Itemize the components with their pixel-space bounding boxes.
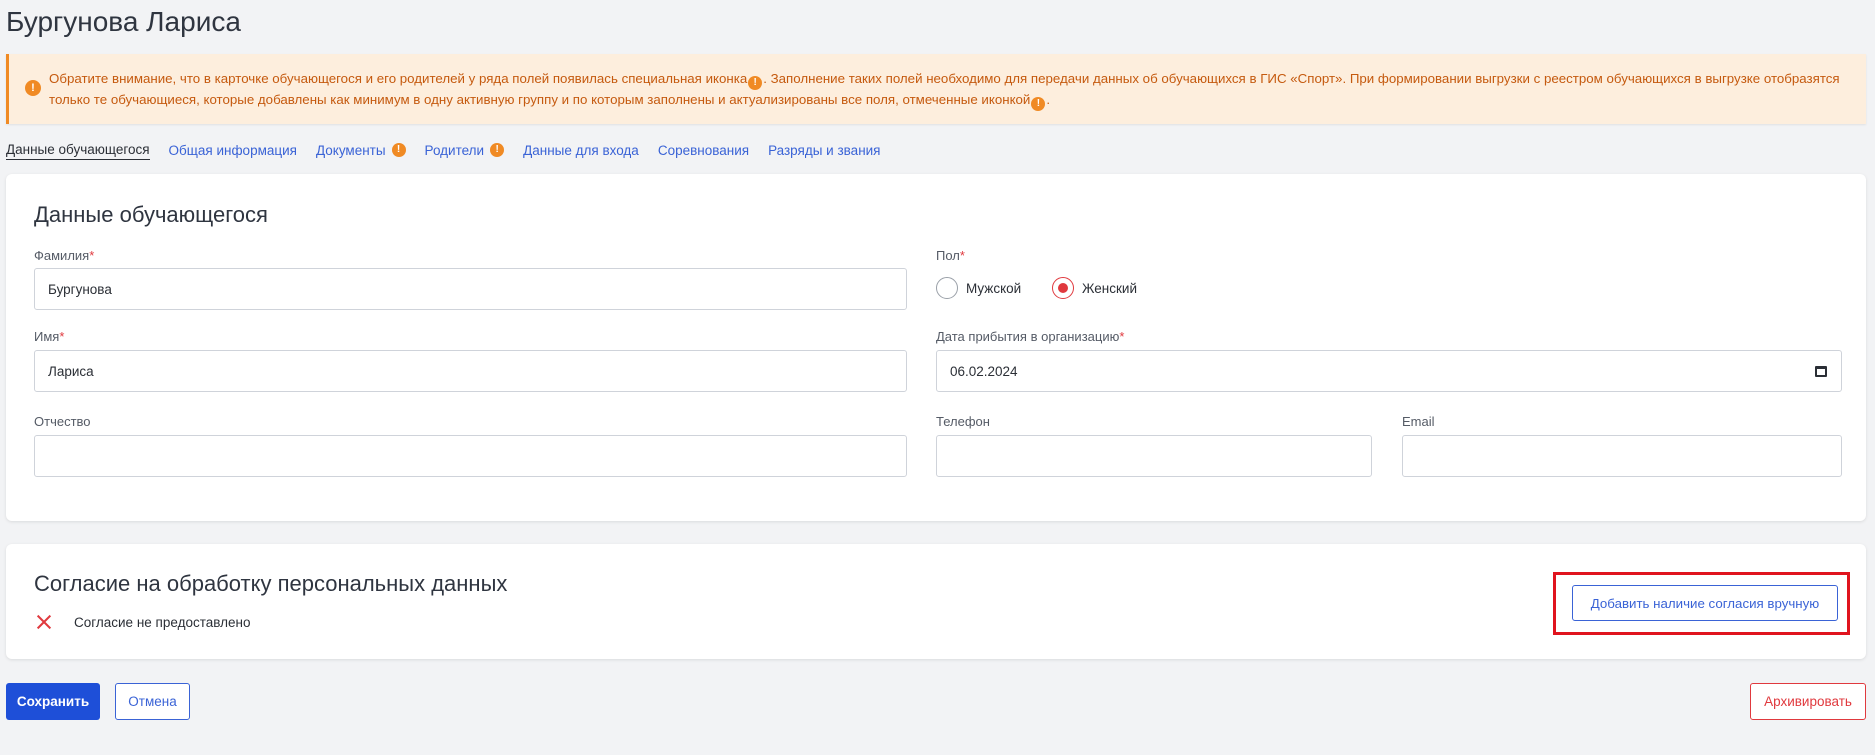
- email-input[interactable]: [1402, 435, 1842, 477]
- tab-label: Общая информация: [168, 142, 297, 158]
- warning-icon: !: [25, 80, 41, 96]
- warning-icon: !: [748, 76, 763, 90]
- tab-label: Данные обучающегося: [6, 142, 150, 157]
- warning-icon: !: [1031, 97, 1046, 111]
- required-mark: *: [1119, 329, 1125, 344]
- save-button[interactable]: Сохранить: [6, 683, 100, 720]
- required-mark: *: [59, 329, 65, 344]
- tab-documents[interactable]: Документы!: [316, 140, 406, 160]
- arrival-date-label: Дата прибытия в организацию*: [936, 329, 1124, 344]
- last-name-label: Фамилия*: [34, 248, 94, 263]
- notice-text-part3: .: [1046, 92, 1051, 107]
- patronymic-input[interactable]: [34, 435, 907, 477]
- warning-icon: !: [391, 143, 406, 157]
- first-name-input[interactable]: Лариса: [34, 350, 907, 392]
- label-text: Имя: [34, 329, 60, 344]
- page-title: Бургунова Лариса: [6, 6, 241, 37]
- first-name-label: Имя*: [34, 329, 64, 344]
- consent-status: Согласие не предоставлено: [36, 614, 250, 630]
- consent-title: Согласие на обработку персональных данны…: [34, 571, 508, 596]
- close-icon: [36, 614, 52, 630]
- tab-general-info[interactable]: Общая информация: [169, 140, 297, 160]
- cancel-button[interactable]: Отмена: [115, 683, 190, 720]
- warning-icon: !: [490, 143, 505, 157]
- notice-text: Обратите внимание, что в карточке обучаю…: [49, 69, 1846, 111]
- notice-text-part1: Обратите внимание, что в карточке обучаю…: [49, 71, 748, 86]
- info-notice: ! Обратите внимание, что в карточке обуч…: [6, 54, 1866, 124]
- required-mark: *: [89, 248, 95, 263]
- card-title: Данные обучающегося: [34, 202, 268, 227]
- date-value: 06.02.2024: [950, 363, 1018, 379]
- patronymic-label: Отчество: [34, 414, 91, 429]
- consent-status-text: Согласие не предоставлено: [74, 614, 251, 630]
- phone-input[interactable]: [936, 435, 1372, 477]
- tab-bar: Данные обучающегося Общая информация Док…: [6, 140, 900, 162]
- tab-competitions[interactable]: Соревнования: [658, 140, 749, 160]
- email-label: Email: [1402, 414, 1435, 429]
- tab-label: Соревнования: [657, 142, 750, 158]
- label-text: Пол: [936, 248, 960, 263]
- tab-label: Разряды и звания: [768, 142, 881, 158]
- arrival-date-input[interactable]: 06.02.2024: [936, 350, 1842, 392]
- gender-label: Пол*: [936, 248, 965, 263]
- radio-label: Мужской: [966, 280, 1022, 296]
- archive-button[interactable]: Архивировать: [1750, 683, 1866, 720]
- phone-label: Телефон: [936, 414, 990, 429]
- tab-label: Документы: [315, 142, 386, 158]
- tab-ranks-titles[interactable]: Разряды и звания: [768, 140, 880, 160]
- last-name-input[interactable]: Бургунова: [34, 268, 907, 310]
- label-text: Дата прибытия в организацию: [936, 329, 1120, 344]
- tab-parents[interactable]: Родители!: [425, 140, 505, 160]
- add-consent-button[interactable]: Добавить наличие согласия вручную: [1572, 585, 1838, 621]
- tab-student-data[interactable]: Данные обучающегося: [6, 140, 150, 160]
- calendar-icon[interactable]: [1815, 366, 1827, 377]
- label-text: Фамилия: [34, 248, 90, 263]
- required-mark: *: [959, 248, 965, 263]
- tab-label: Данные для входа: [523, 142, 639, 158]
- gender-radio-male[interactable]: Мужской: [936, 277, 1021, 299]
- tab-login-data[interactable]: Данные для входа: [523, 140, 639, 160]
- radio-circle-checked[interactable]: [1052, 277, 1074, 299]
- radio-circle[interactable]: [936, 277, 958, 299]
- radio-label: Женский: [1082, 280, 1138, 296]
- student-data-card: Данные обучающегося Фамилия* Бургунова П…: [6, 174, 1866, 521]
- tab-label: Родители: [424, 142, 485, 158]
- gender-radio-female[interactable]: Женский: [1052, 277, 1137, 299]
